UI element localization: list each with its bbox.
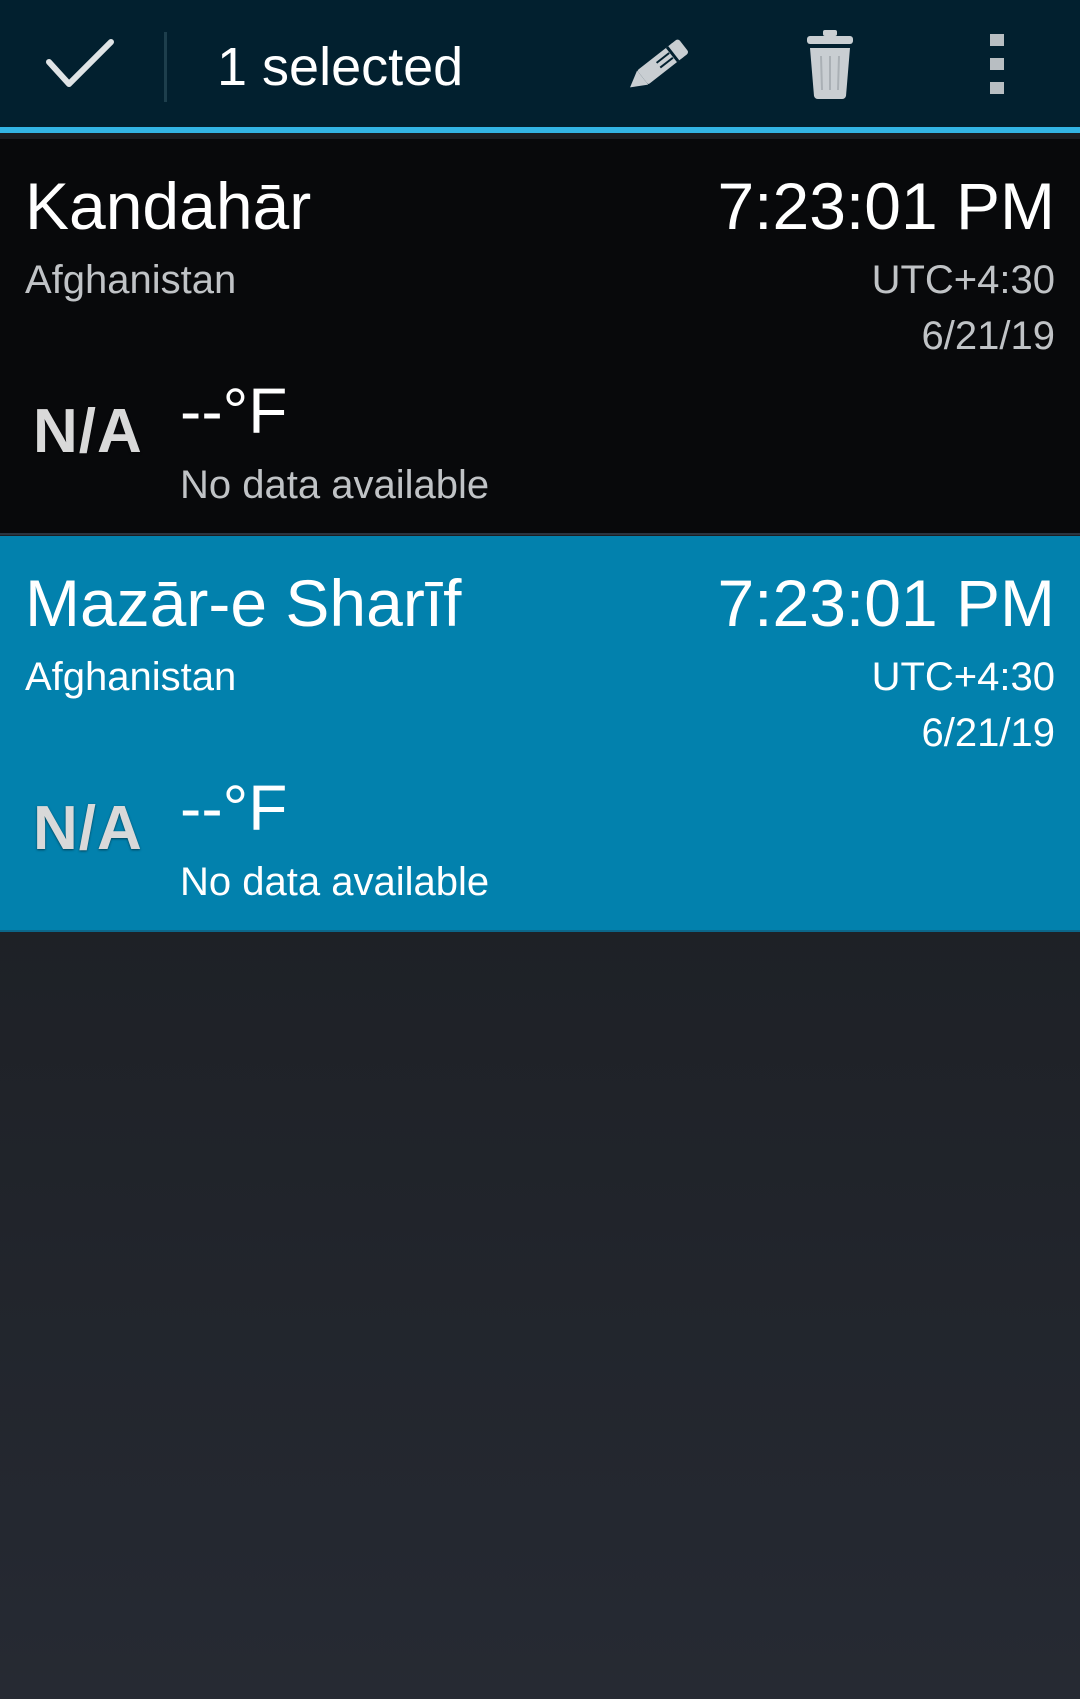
city-name: Kandahār (25, 169, 312, 243)
local-time: 7:23:01 PM (717, 566, 1055, 640)
contextual-action-bar: 1 selected (0, 0, 1080, 133)
more-vertical-icon (990, 33, 1004, 94)
checkmark-icon (46, 38, 114, 87)
weather-na-icon: N/A (33, 794, 143, 863)
country-name: Afghanistan (25, 655, 237, 699)
clock-list-item-selected[interactable]: Mazār-e Sharīf Afghanistan 7:23:01 PM UT… (0, 536, 1080, 932)
temperature: --°F (180, 772, 288, 844)
local-time: 7:23:01 PM (717, 169, 1055, 243)
country-name: Afghanistan (25, 258, 237, 302)
local-date: 6/21/19 (921, 314, 1055, 358)
utc-offset: UTC+4:30 (871, 258, 1055, 302)
clock-list-item[interactable]: Kandahār Afghanistan 7:23:01 PM UTC+4:30… (0, 139, 1080, 535)
city-name: Mazār-e Sharīf (25, 566, 462, 640)
overflow-menu-button[interactable] (950, 0, 1044, 127)
selection-count-title: 1 selected (217, 37, 464, 97)
done-button[interactable] (0, 0, 160, 127)
delete-button[interactable] (780, 0, 880, 127)
temperature: --°F (180, 375, 288, 447)
trash-icon (807, 29, 853, 99)
weather-condition: No data available (180, 860, 490, 904)
edit-button[interactable] (610, 0, 710, 127)
weather-condition: No data available (180, 463, 490, 507)
action-bar-divider (164, 32, 167, 102)
pencil-icon (630, 39, 688, 87)
local-date: 6/21/19 (921, 711, 1055, 755)
utc-offset: UTC+4:30 (871, 655, 1055, 699)
weather-na-icon: N/A (33, 397, 143, 466)
